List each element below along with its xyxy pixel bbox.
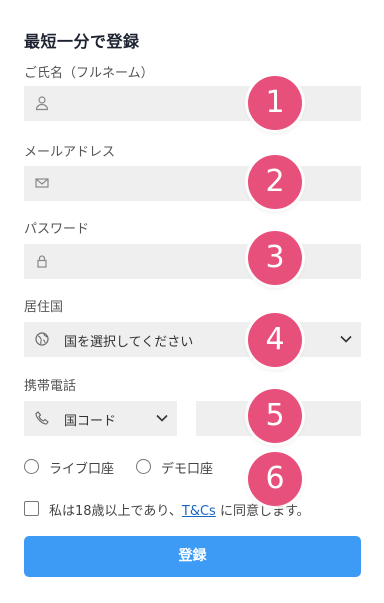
- step-badge-5: 5: [248, 389, 302, 443]
- lock-icon: [37, 255, 47, 268]
- step-badge-1: 1: [248, 76, 302, 130]
- phone-icon: [35, 411, 49, 425]
- password-label: パスワード: [24, 222, 90, 237]
- country-code-value: 国コード: [64, 414, 117, 429]
- country-label: 居住国: [24, 300, 64, 315]
- form-title: 最短一分で登録: [24, 32, 140, 51]
- country-select-value: 国を選択してください: [64, 335, 194, 350]
- name-input[interactable]: [24, 86, 361, 121]
- email-input[interactable]: [24, 166, 361, 201]
- submit-button[interactable]: 登録: [24, 536, 361, 577]
- user-icon: [35, 96, 49, 111]
- mail-icon: [35, 178, 49, 188]
- demo-account-label[interactable]: デモ口座: [161, 458, 213, 477]
- terms-link[interactable]: T&Cs: [182, 504, 216, 519]
- country-code-select[interactable]: 国コード: [24, 401, 177, 436]
- chevron-down-icon: [156, 414, 168, 422]
- agreement-suffix: に同意します。: [219, 504, 310, 519]
- globe-icon: [35, 332, 49, 346]
- agreement-checkbox[interactable]: [24, 501, 39, 516]
- demo-account-radio[interactable]: [136, 459, 151, 474]
- step-badge-6: 6: [248, 452, 302, 506]
- step-badge-4: 4: [248, 313, 302, 367]
- password-input[interactable]: [24, 244, 361, 279]
- name-label: ご氏名（フルネーム）: [24, 66, 154, 81]
- chevron-down-icon: [340, 335, 352, 343]
- live-account-label[interactable]: ライブ口座: [49, 458, 114, 477]
- agreement-prefix: 私は18歳以上であり、: [49, 504, 182, 519]
- country-select[interactable]: 国を選択してください: [24, 322, 361, 357]
- email-label: メールアドレス: [24, 145, 116, 160]
- live-account-radio[interactable]: [24, 459, 39, 474]
- step-badge-3: 3: [248, 231, 302, 285]
- step-badge-2: 2: [248, 155, 302, 209]
- phone-label: 携帯電話: [24, 379, 77, 394]
